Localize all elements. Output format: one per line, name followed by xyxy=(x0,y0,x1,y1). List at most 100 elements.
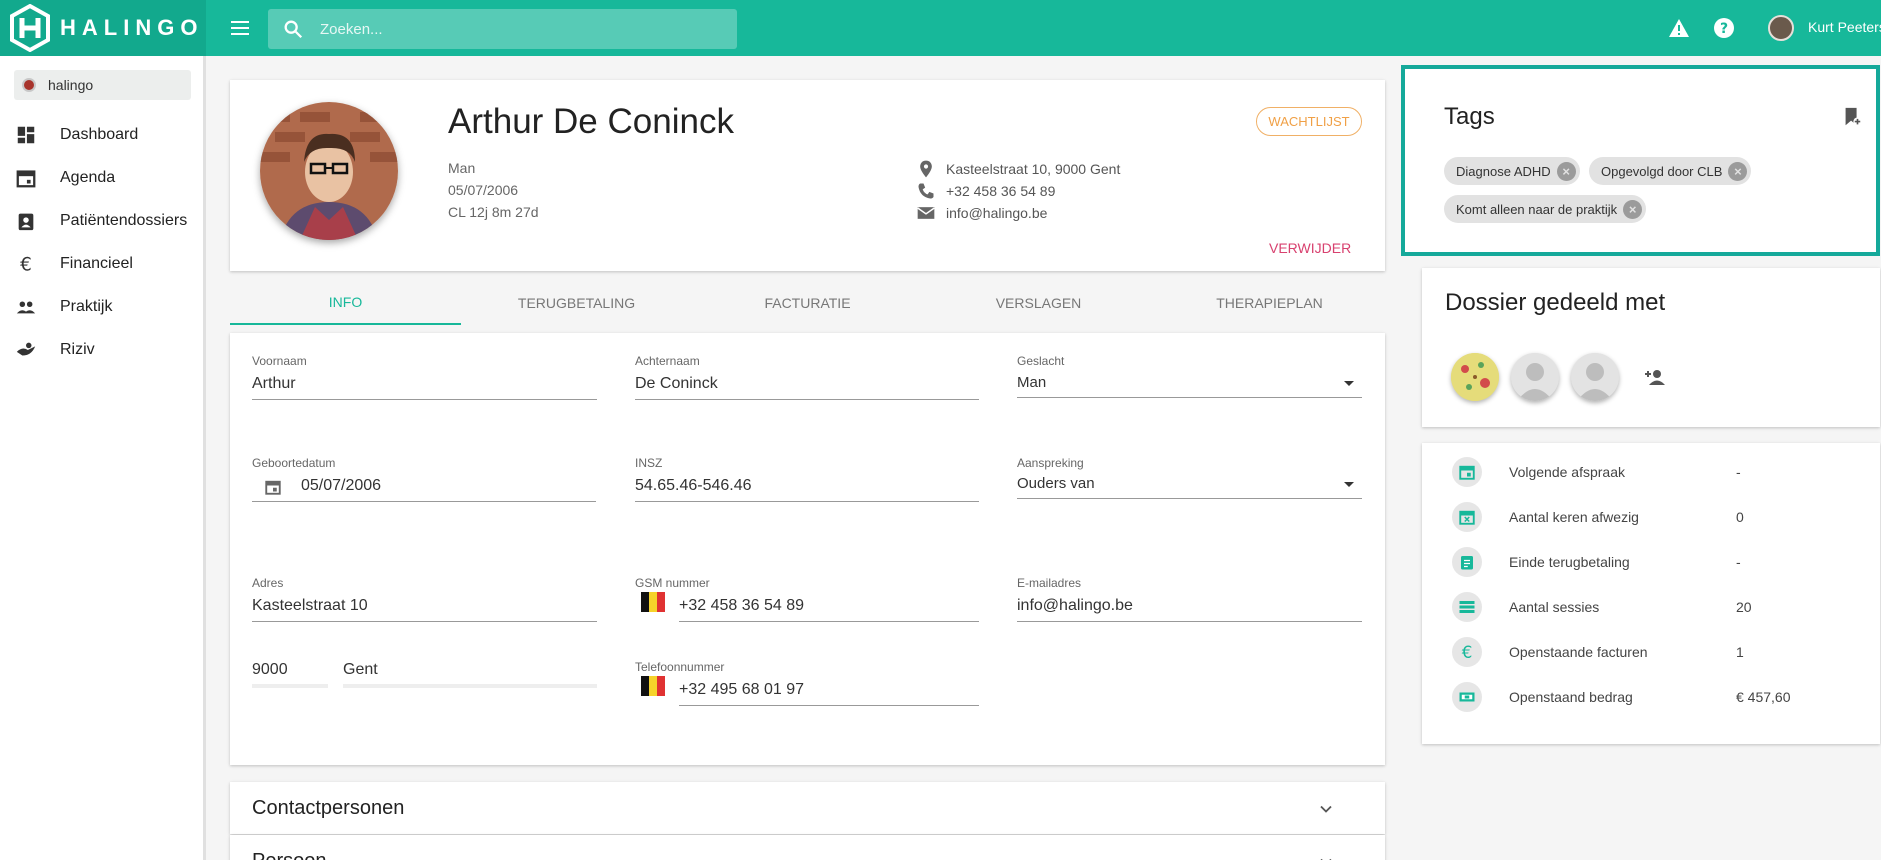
dashboard-icon xyxy=(17,126,35,144)
tab-terugbetaling[interactable]: TERUGBETALING xyxy=(461,280,692,325)
close-icon[interactable]: × xyxy=(1623,199,1643,219)
menu-icon[interactable] xyxy=(228,16,252,40)
telefoon-field[interactable]: +32 495 68 01 97 xyxy=(679,681,804,699)
voornaam-field[interactable]: Arthur xyxy=(252,375,296,393)
org-selector[interactable]: halingo xyxy=(14,70,191,100)
tag-chip[interactable]: Opgevolgd door CLB × xyxy=(1589,157,1752,185)
logo[interactable]: HALINGO xyxy=(0,0,206,56)
tag-label: Opgevolgd door CLB xyxy=(1601,163,1723,179)
belgium-flag-icon[interactable] xyxy=(641,676,665,696)
help-icon[interactable]: ? xyxy=(1712,16,1736,40)
geboortedatum-field[interactable]: 05/07/2006 xyxy=(301,477,381,495)
stat-aantal-sessies: Aantal sessies 20 xyxy=(1452,592,1852,622)
avatar[interactable] xyxy=(1451,353,1499,401)
aanspreking-select[interactable]: Ouders van xyxy=(1017,475,1095,492)
sidebar: halingo Dashboard Agenda Patiëntendossie… xyxy=(0,56,206,860)
avatar[interactable] xyxy=(1571,353,1619,401)
contactpersonen-title: Contactpersonen xyxy=(252,797,405,819)
hand-heart-icon xyxy=(16,342,36,356)
patient-age: CL 12j 8m 27d xyxy=(448,204,539,220)
geslacht-underline xyxy=(1017,397,1362,398)
delete-button[interactable]: VERWIJDER xyxy=(1269,240,1351,256)
warning-icon[interactable] xyxy=(1667,16,1691,40)
patient-address-text: Kasteelstraat 10, 9000 Gent xyxy=(946,161,1121,177)
tab-therapieplan[interactable]: THERAPIEPLAN xyxy=(1154,280,1385,325)
tab-verslagen[interactable]: VERSLAGEN xyxy=(923,280,1154,325)
search-input[interactable] xyxy=(320,20,700,38)
phone-icon xyxy=(918,183,934,199)
achternaam-field[interactable]: De Coninck xyxy=(635,375,718,393)
stat-value: € 457,60 xyxy=(1736,689,1791,705)
tab-facturatie[interactable]: FACTURATIE xyxy=(692,280,923,325)
sidebar-item-patientendossiers[interactable]: Patiëntendossiers xyxy=(0,201,200,241)
sidebar-item-riziv[interactable]: Riziv xyxy=(0,330,200,370)
sidebar-item-financieel[interactable]: € Financieel xyxy=(0,244,200,284)
tag-chip[interactable]: Komt alleen naar de praktijk × xyxy=(1444,195,1647,223)
bookmark-add-icon[interactable] xyxy=(1841,106,1863,128)
tags-title: Tags xyxy=(1444,103,1495,130)
stat-label: Einde terugbetaling xyxy=(1509,554,1630,570)
postcode-field[interactable]: 9000 xyxy=(252,661,288,679)
stat-label: Openstaand bedrag xyxy=(1509,689,1633,705)
stat-einde-terugbetaling: Einde terugbetaling - xyxy=(1452,547,1852,577)
geslacht-select[interactable]: Man xyxy=(1017,374,1046,391)
tab-info[interactable]: INFO xyxy=(230,280,461,325)
shared-panel: Dossier gedeeld met xyxy=(1422,268,1880,427)
stat-label: Volgende afspraak xyxy=(1509,464,1625,480)
gsm-field[interactable]: +32 458 36 54 89 xyxy=(679,597,804,615)
brand-name: HALINGO xyxy=(60,15,204,40)
stat-aantal-keren-afwezig: Aantal keren afwezig 0 xyxy=(1452,502,1852,532)
tag-label: Diagnose ADHD xyxy=(1456,163,1551,179)
info-form-card: Voornaam Arthur Achternaam De Coninck Ge… xyxy=(230,333,1385,765)
person-icon xyxy=(1571,353,1619,401)
calendar-x-icon xyxy=(1452,502,1482,532)
persoon-panel[interactable]: Persoon xyxy=(230,835,1385,860)
stat-value: 1 xyxy=(1736,644,1744,660)
stat-label: Openstaande facturen xyxy=(1509,644,1648,660)
contactpersonen-panel[interactable]: Contactpersonen xyxy=(230,782,1385,834)
aanspreking-underline xyxy=(1017,498,1362,499)
sidebar-item-praktijk[interactable]: Praktijk xyxy=(0,287,200,327)
avatar[interactable] xyxy=(1511,353,1559,401)
clipboard-icon xyxy=(1452,547,1482,577)
chevron-down-icon[interactable] xyxy=(1344,482,1354,487)
person-add-icon[interactable] xyxy=(1643,365,1667,389)
patient-photo xyxy=(260,102,398,240)
tag-chip[interactable]: Diagnose ADHD × xyxy=(1444,157,1580,185)
chevron-down-icon[interactable] xyxy=(1344,381,1354,386)
chevron-down-icon[interactable] xyxy=(1316,852,1336,860)
stat-value: 0 xyxy=(1736,509,1744,525)
user-avatar[interactable] xyxy=(1768,15,1794,41)
stat-value: - xyxy=(1736,464,1741,480)
sidebar-item-label: Agenda xyxy=(60,169,116,186)
sidebar-item-dashboard[interactable]: Dashboard xyxy=(0,115,200,155)
insz-label: INSZ xyxy=(635,456,663,470)
geslacht-label: Geslacht xyxy=(1017,354,1065,368)
stat-value: 20 xyxy=(1736,599,1752,615)
search-bar[interactable] xyxy=(268,9,737,49)
close-icon[interactable]: × xyxy=(1556,161,1576,181)
insz-underline xyxy=(635,501,979,502)
user-name[interactable]: Kurt Peeters xyxy=(1808,19,1881,35)
calendar-icon[interactable] xyxy=(264,478,282,496)
svg-text:€: € xyxy=(20,254,32,275)
person-icon xyxy=(1511,353,1559,401)
patient-phone-text: +32 458 36 54 89 xyxy=(946,183,1056,199)
close-icon[interactable]: × xyxy=(1728,161,1748,181)
halingo-logo-icon xyxy=(10,4,50,52)
adres-field[interactable]: Kasteelstraat 10 xyxy=(252,597,368,615)
patient-phone: +32 458 36 54 89 xyxy=(916,181,1055,201)
gemeente-field[interactable]: Gent xyxy=(343,661,378,679)
patient-name: Arthur De Coninck xyxy=(448,102,734,141)
status-badge[interactable]: WACHTLIJST xyxy=(1256,107,1362,136)
email-field[interactable]: info@halingo.be xyxy=(1017,597,1133,615)
insz-field[interactable]: 54.65.46-546.46 xyxy=(635,477,752,495)
chevron-down-icon[interactable] xyxy=(1316,799,1336,819)
sidebar-item-agenda[interactable]: Agenda xyxy=(0,158,200,198)
org-logo-icon xyxy=(22,78,36,92)
belgium-flag-icon[interactable] xyxy=(641,592,665,612)
stat-value: - xyxy=(1736,554,1741,570)
patient-birthdate: 05/07/2006 xyxy=(448,182,519,198)
euro-icon: € xyxy=(20,254,32,275)
voornaam-underline xyxy=(252,399,597,400)
